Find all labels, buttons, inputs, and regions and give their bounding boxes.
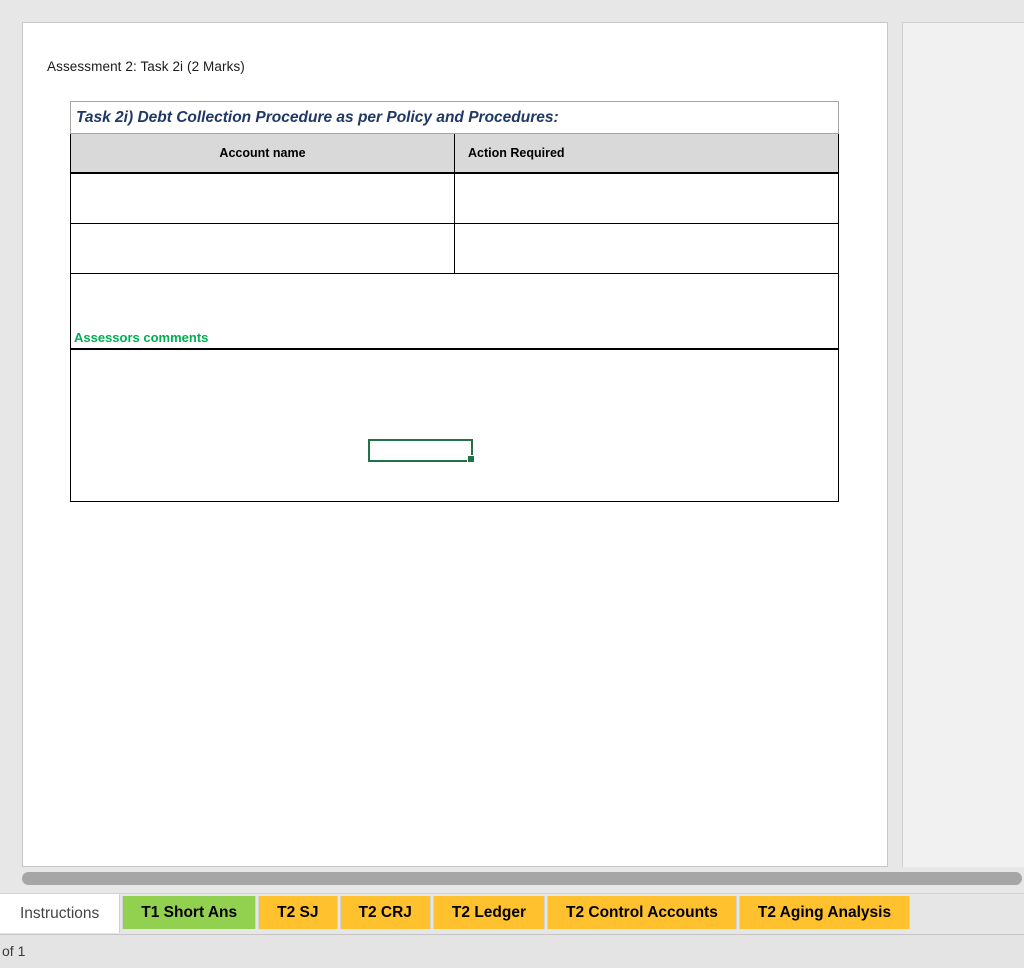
secondary-pane	[902, 22, 1024, 867]
task-table-title: Task 2i) Debt Collection Procedure as pe…	[70, 101, 839, 134]
sheet-tab-t2-ledger[interactable]: T2 Ledger	[432, 896, 545, 929]
cell-action-required-2[interactable]	[454, 223, 839, 274]
column-header-action-required: Action Required	[454, 133, 839, 174]
application-surface: Assessment 2: Task 2i (2 Marks) Task 2i)…	[0, 0, 1024, 968]
cell-action-required-1[interactable]	[454, 172, 839, 224]
sheet-tab-t2-aging-analysis[interactable]: T2 Aging Analysis	[738, 896, 911, 929]
table-row[interactable]	[70, 223, 839, 274]
table-row[interactable]	[70, 172, 839, 224]
assessors-comments-input-area[interactable]	[70, 348, 839, 502]
fill-handle[interactable]	[467, 455, 475, 463]
assessors-comments-label-cell[interactable]: Assessors comments	[70, 273, 839, 350]
assessment-caption: Assessment 2: Task 2i (2 Marks)	[47, 59, 245, 74]
active-cell-selection[interactable]	[368, 439, 473, 462]
table-title-row: Task 2i) Debt Collection Procedure as pe…	[70, 101, 839, 134]
cell-account-name-1[interactable]	[70, 172, 455, 224]
sheet-tab-t2-sj[interactable]: T2 SJ	[258, 896, 338, 929]
page-indicator: of 1	[2, 943, 26, 959]
table-header-row: Account name Action Required	[70, 133, 839, 174]
horizontal-scrollbar-thumb[interactable]	[22, 872, 1022, 885]
sheet-tab-t2-control-accounts[interactable]: T2 Control Accounts	[547, 896, 737, 929]
column-header-account-name: Account name	[70, 133, 455, 174]
assessors-comments-area-row[interactable]	[70, 348, 839, 502]
sheet-tab-instructions[interactable]: Instructions	[0, 894, 121, 933]
assessors-comments-label-row: Assessors comments	[70, 273, 839, 350]
cell-account-name-2[interactable]	[70, 223, 455, 274]
status-bar: of 1	[0, 934, 1024, 968]
sheet-tab-bar: Instructions T1 Short Ans T2 SJ T2 CRJ T…	[0, 893, 1024, 935]
assessors-comments-label: Assessors comments	[74, 330, 209, 345]
sheet-tab-t2-crj[interactable]: T2 CRJ	[339, 896, 431, 929]
worksheet-page[interactable]: Assessment 2: Task 2i (2 Marks) Task 2i)…	[22, 22, 888, 867]
sheet-tab-t1-short-ans[interactable]: T1 Short Ans	[122, 896, 257, 929]
